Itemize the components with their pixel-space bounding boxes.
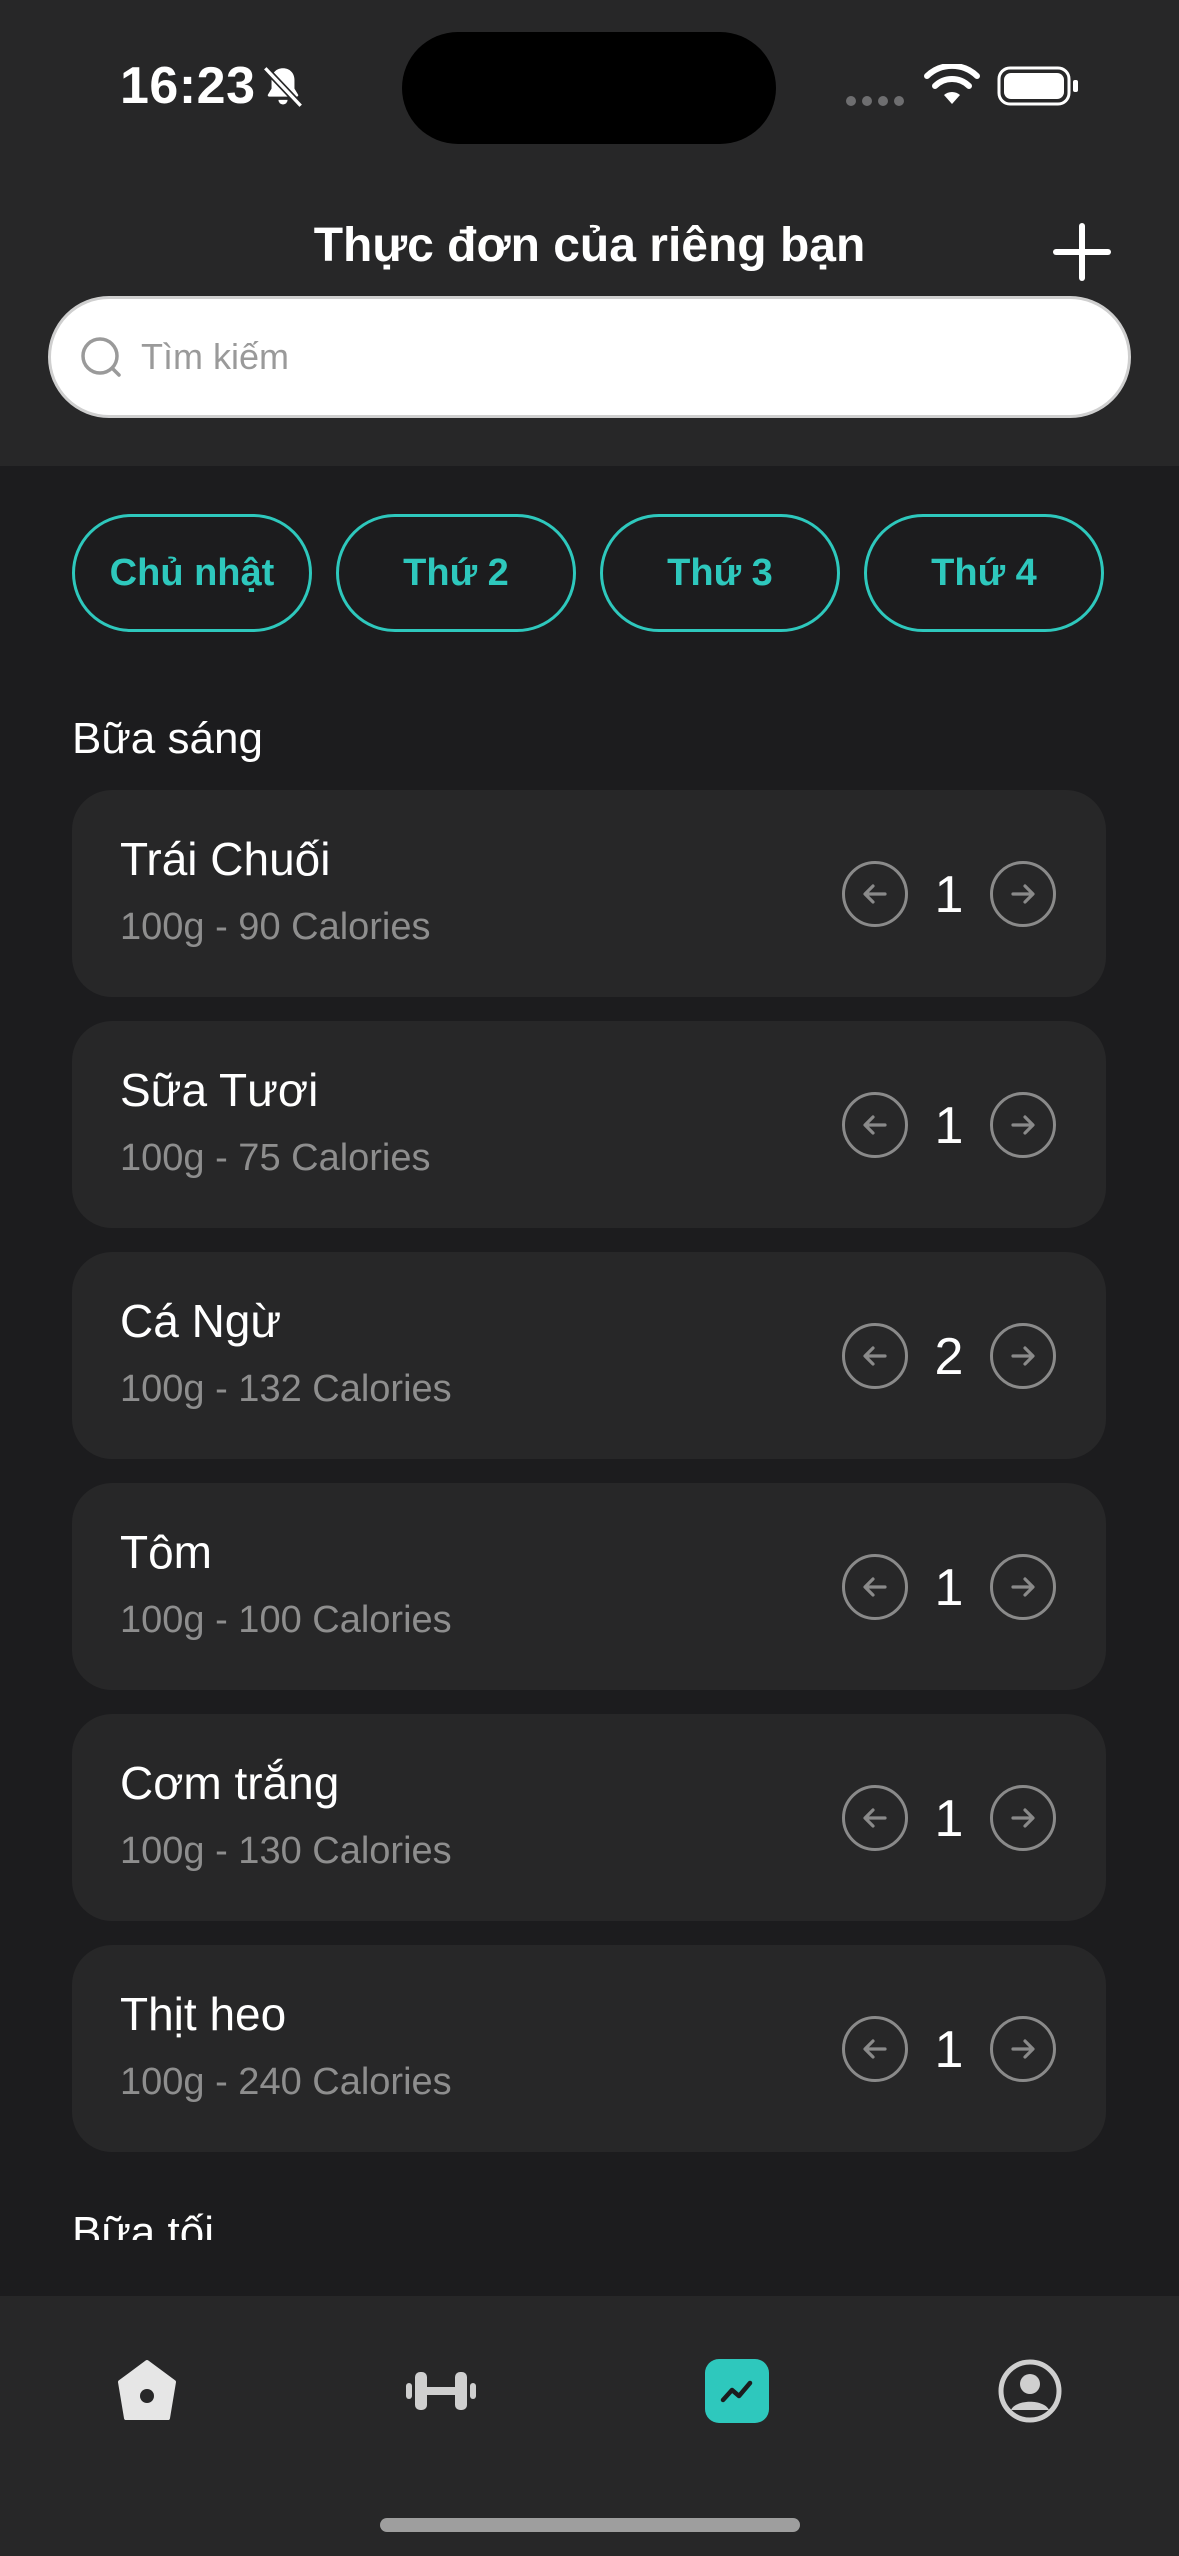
tab-wednesday[interactable]: Thứ 4: [864, 514, 1104, 632]
quantity-stepper: 2: [842, 1323, 1056, 1389]
home-icon: [118, 2360, 176, 2420]
section-title-breakfast: Bữa sáng: [72, 714, 263, 763]
quantity-value: 1: [934, 1559, 964, 1617]
arrow-right-icon: [1011, 884, 1035, 904]
food-name: Trái Chuối: [120, 833, 331, 885]
tab-monday[interactable]: Thứ 2: [336, 514, 576, 632]
search-icon: [81, 337, 121, 377]
arrow-left-icon: [863, 1808, 887, 1828]
signal-icon: [846, 96, 904, 106]
decrease-button[interactable]: [842, 1092, 908, 1158]
food-card[interactable]: Tôm 100g - 100 Calories 1: [72, 1483, 1106, 1690]
dumbbell-icon: [406, 2372, 476, 2410]
decrease-button[interactable]: [842, 1554, 908, 1620]
tab-home[interactable]: [110, 2354, 184, 2428]
decrease-button[interactable]: [842, 2016, 908, 2082]
food-detail: 100g - 130 Calories: [120, 1830, 452, 1872]
increase-button[interactable]: [990, 1092, 1056, 1158]
food-detail: 100g - 132 Calories: [120, 1368, 452, 1410]
food-detail: 100g - 240 Calories: [120, 2061, 452, 2103]
tab-sunday[interactable]: Chủ nhật: [72, 514, 312, 632]
decrease-button[interactable]: [842, 1785, 908, 1851]
bell-off-icon: [262, 65, 304, 109]
arrow-left-icon: [863, 1577, 887, 1597]
add-button[interactable]: [1052, 222, 1112, 282]
food-detail: 100g - 75 Calories: [120, 1137, 431, 1179]
quantity-stepper: 1: [842, 1092, 1056, 1158]
day-tabs: Chủ nhật Thứ 2 Thứ 3 Thứ 4: [72, 514, 1104, 632]
search-bar[interactable]: [48, 296, 1131, 418]
tab-statistics[interactable]: [705, 2359, 769, 2423]
quantity-value: 1: [934, 1790, 964, 1848]
food-detail: 100g - 100 Calories: [120, 1599, 452, 1641]
quantity-value: 1: [934, 866, 964, 924]
arrow-left-icon: [863, 1115, 887, 1135]
food-name: Thịt heo: [120, 1988, 287, 2040]
arrow-right-icon: [1011, 1577, 1035, 1597]
arrow-left-icon: [863, 1346, 887, 1366]
tab-profile[interactable]: [993, 2354, 1067, 2428]
breakfast-list: Trái Chuối 100g - 90 Calories 1 Sữa Tươi…: [72, 790, 1106, 2176]
battery-icon: [997, 66, 1078, 106]
food-name: Tôm: [120, 1526, 212, 1578]
increase-button[interactable]: [990, 2016, 1056, 2082]
food-card[interactable]: Trái Chuối 100g - 90 Calories 1: [72, 790, 1106, 997]
chart-icon: [720, 2380, 753, 2403]
food-card[interactable]: Cơm trắng 100g - 130 Calories 1: [72, 1714, 1106, 1921]
tab-workout[interactable]: [404, 2354, 478, 2428]
quantity-value: 1: [934, 2021, 964, 2079]
dynamic-island: [402, 32, 776, 144]
quantity-value: 1: [934, 1097, 964, 1155]
status-time: 16:23: [120, 57, 256, 115]
search-input[interactable]: [141, 319, 1101, 395]
quantity-stepper: 1: [842, 2016, 1056, 2082]
increase-button[interactable]: [990, 1554, 1056, 1620]
arrow-left-icon: [863, 2039, 887, 2059]
decrease-button[interactable]: [842, 1323, 908, 1389]
food-name: Cơm trắng: [120, 1757, 340, 1809]
arrow-right-icon: [1011, 1115, 1035, 1135]
decrease-button[interactable]: [842, 861, 908, 927]
increase-button[interactable]: [990, 861, 1056, 927]
scroll-clip: [0, 2240, 1179, 2296]
food-card[interactable]: Sữa Tươi 100g - 75 Calories 1: [72, 1021, 1106, 1228]
arrow-left-icon: [863, 884, 887, 904]
food-card[interactable]: Thịt heo 100g - 240 Calories 1: [72, 1945, 1106, 2152]
increase-button[interactable]: [990, 1323, 1056, 1389]
food-card[interactable]: Cá Ngừ 100g - 132 Calories 2: [72, 1252, 1106, 1459]
wifi-icon: [924, 64, 980, 104]
arrow-right-icon: [1011, 2039, 1035, 2059]
quantity-value: 2: [934, 1328, 964, 1386]
food-name: Cá Ngừ: [120, 1295, 282, 1347]
food-detail: 100g - 90 Calories: [120, 906, 431, 948]
page-title: Thực đơn của riêng bạn: [313, 219, 866, 272]
increase-button[interactable]: [990, 1785, 1056, 1851]
home-indicator: [380, 2518, 800, 2532]
status-bar: 16:23: [0, 0, 1179, 170]
header: 16:23 Thực đơn của riêng bạn: [0, 0, 1179, 466]
food-name: Sữa Tươi: [120, 1064, 319, 1116]
quantity-stepper: 1: [842, 861, 1056, 927]
quantity-stepper: 1: [842, 1785, 1056, 1851]
bottom-tab-bar: [0, 2296, 1179, 2556]
arrow-right-icon: [1011, 1808, 1035, 1828]
profile-icon: [998, 2359, 1062, 2423]
quantity-stepper: 1: [842, 1554, 1056, 1620]
arrow-right-icon: [1011, 1346, 1035, 1366]
tab-tuesday[interactable]: Thứ 3: [600, 514, 840, 632]
